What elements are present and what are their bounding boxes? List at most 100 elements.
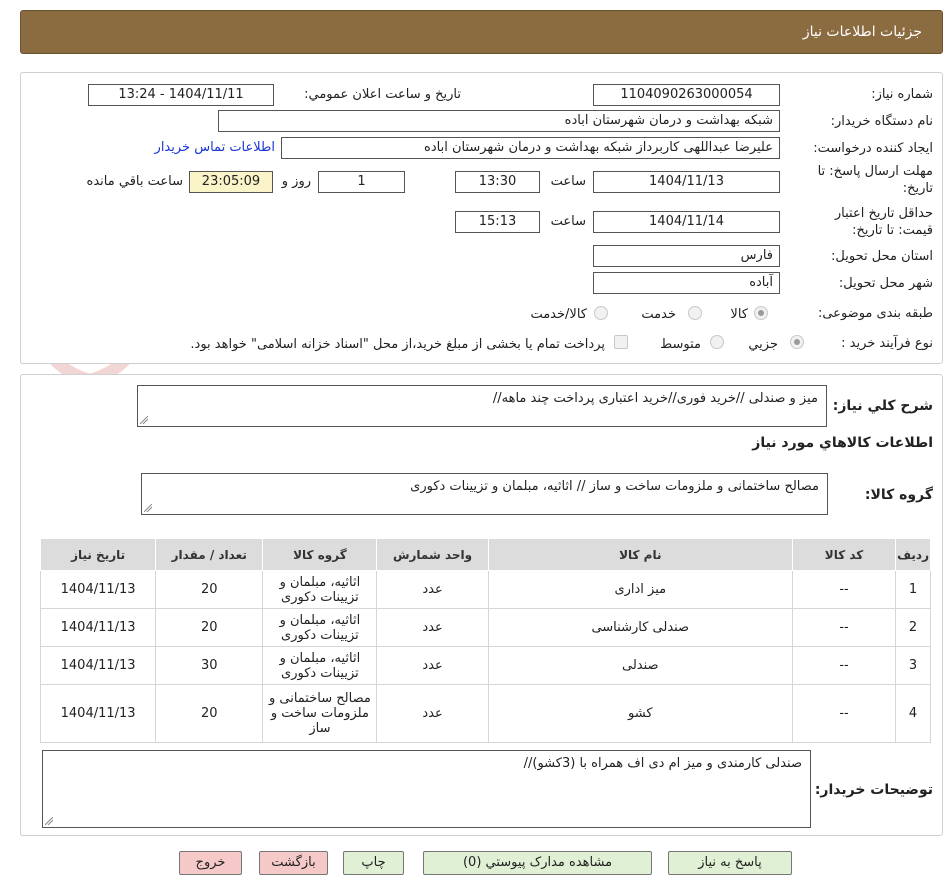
city-label: شهر محل تحويل: [838, 276, 933, 291]
creator-label: ايجاد کننده درخواست: [813, 141, 933, 156]
item-group: مصالح ساختمانی و ملزومات ساخت و ساز [262, 684, 378, 743]
deadline-label-line2: تاريخ: [902, 181, 933, 196]
goods-group-text: مصالح ساختمانی و ملزومات ساخت و ساز // ا… [410, 479, 819, 494]
page-title: جزئیات اطلاعات نیاز [802, 24, 922, 40]
table-header-row: رديف كد كالا نام كالا واحد شمارش گروه كا… [39, 538, 931, 571]
deadline-date-field[interactable]: 1404/11/13 [593, 171, 780, 193]
announce-label: تاریخ و ساعت اعلان عمومي: [304, 87, 461, 102]
category-option-service: خدمت [641, 307, 676, 322]
item-date: 1404/11/13 [39, 684, 157, 743]
process-radio-minor[interactable] [790, 335, 804, 349]
buyer-label: نام دستگاه خريدار: [830, 114, 933, 129]
buyer-notes-textarea[interactable]: صندلی کارمندی و میز ام دی اف همراه با (3… [42, 750, 811, 828]
treasury-note: پرداخت تمام يا بخشی از مبلغ خريد،از محل … [190, 337, 605, 352]
item-unit: عدد [376, 684, 489, 743]
remaining-time-field[interactable]: 23:05:09 [189, 171, 273, 193]
validity-label-line1: حداقل تاريخ اعتبار [834, 206, 933, 221]
reply-button[interactable]: پاسخ به نياز [668, 851, 792, 875]
print-button[interactable]: چاپ [343, 851, 404, 875]
item-code: -- [791, 570, 897, 609]
goods-title: اطلاعات كالاهاي مورد نياز [752, 435, 933, 451]
goods-group-textarea[interactable]: مصالح ساختمانی و ملزومات ساخت و ساز // ا… [141, 473, 828, 515]
category-radio-goods[interactable] [754, 306, 768, 320]
buyer-notes-text: صندلی کارمندی و میز ام دی اف همراه با (3… [523, 756, 802, 771]
item-name: کشو [487, 684, 793, 743]
remaining-label: ساعت باقي مانده [86, 174, 183, 189]
need-number-field[interactable]: 1104090263000054 [593, 84, 780, 106]
process-radio-medium[interactable] [710, 335, 724, 349]
col-header-name: نام كالا [487, 538, 793, 571]
item-date: 1404/11/13 [39, 646, 157, 685]
row-number: 3 [895, 646, 931, 685]
table-row[interactable]: 2 -- صندلی کارشناسی عدد اثاثیه، مبلمان و… [39, 608, 931, 647]
table-row[interactable]: 4 -- کشو عدد مصالح ساختمانی و ملزومات سا… [39, 684, 931, 743]
resize-grip-icon[interactable] [144, 504, 152, 512]
category-label: طبقه بندی موضوعی: [817, 306, 933, 321]
province-field[interactable]: فارس [593, 245, 780, 267]
category-option-goods-service: كالا/خدمت [530, 307, 587, 322]
summary-label: شرح كلي نياز: [832, 398, 933, 414]
view-attachments-button[interactable]: مشاهده مدارک پيوستي (0) [423, 851, 652, 875]
item-date: 1404/11/13 [39, 570, 157, 609]
days-label: روز و [281, 174, 311, 189]
back-button[interactable]: بازگشت [259, 851, 328, 875]
items-table: رديف كد كالا نام كالا واحد شمارش گروه كا… [39, 538, 931, 743]
item-date: 1404/11/13 [39, 608, 157, 647]
resize-grip-icon[interactable] [45, 817, 53, 825]
summary-textarea[interactable]: میز و صندلی //خرید فوری//خرید اعتباری پر… [137, 385, 827, 427]
summary-text: میز و صندلی //خرید فوری//خرید اعتباری پر… [492, 391, 818, 406]
validity-hour-label: ساعت [550, 214, 586, 229]
item-code: -- [791, 608, 897, 647]
days-field[interactable]: 1 [318, 171, 405, 193]
item-group: اثاثیه، مبلمان و تزیینات دکوری [262, 646, 378, 685]
item-unit: عدد [376, 646, 489, 685]
deadline-label-line1: مهلت ارسال پاسخ: تا [817, 164, 933, 179]
item-quantity: 20 [155, 684, 264, 743]
item-quantity: 20 [155, 608, 264, 647]
col-header-code: كد كالا [791, 538, 897, 571]
resize-grip-icon[interactable] [140, 416, 148, 424]
item-code: -- [791, 684, 897, 743]
category-option-goods: كالا [730, 307, 748, 322]
item-name: میز اداری [487, 570, 793, 609]
announce-field[interactable]: 1404/11/11 - 13:24 [88, 84, 274, 106]
item-group: اثاثیه، مبلمان و تزیینات دکوری [262, 570, 378, 609]
process-option-minor: جزيي [748, 337, 778, 352]
city-field[interactable]: آباده [593, 272, 780, 294]
row-number: 4 [895, 684, 931, 743]
need-number-label: شماره نیاز: [871, 87, 933, 102]
validity-label-line2: قيمت: تا تاريخ: [852, 223, 933, 238]
treasury-checkbox[interactable] [614, 335, 628, 349]
goods-group-label: گروه كالا: [864, 487, 933, 503]
col-header-group: گروه كالا [262, 538, 378, 571]
table-row[interactable]: 1 -- میز اداری عدد اثاثیه، مبلمان و تزیی… [39, 570, 931, 609]
item-group: اثاثیه، مبلمان و تزیینات دکوری [262, 608, 378, 647]
process-option-medium: متوسط [660, 337, 701, 352]
col-header-row-number: رديف [895, 538, 931, 571]
item-code: -- [791, 646, 897, 685]
deadline-time-field[interactable]: 13:30 [455, 171, 540, 193]
validity-time-field[interactable]: 15:13 [455, 211, 540, 233]
row-number: 1 [895, 570, 931, 609]
exit-button[interactable]: خروج [179, 851, 242, 875]
process-label: نوع فرآيند خريد : [841, 336, 933, 351]
category-radio-goods-service[interactable] [594, 306, 608, 320]
col-header-quantity: تعداد / مقدار [155, 538, 264, 571]
item-name: صندلی کارشناسی [487, 608, 793, 647]
col-header-date: تاريخ نياز [39, 538, 157, 571]
buyer-contact-link[interactable]: اطلاعات تماس خريدار [155, 140, 275, 155]
col-header-unit: واحد شمارش [376, 538, 489, 571]
item-unit: عدد [376, 570, 489, 609]
item-unit: عدد [376, 608, 489, 647]
page-header: جزئیات اطلاعات نیاز [20, 10, 943, 54]
category-radio-service[interactable] [688, 306, 702, 320]
row-number: 2 [895, 608, 931, 647]
province-label: استان محل تحويل: [831, 249, 933, 264]
creator-field[interactable]: علیرضا عبداللهی کاربرداز شبکه بهداشت و د… [281, 137, 780, 159]
item-quantity: 20 [155, 570, 264, 609]
validity-date-field[interactable]: 1404/11/14 [593, 211, 780, 233]
deadline-hour-label: ساعت [550, 174, 586, 189]
table-row[interactable]: 3 -- صندلی عدد اثاثیه، مبلمان و تزیینات … [39, 646, 931, 685]
item-name: صندلی [487, 646, 793, 685]
buyer-field[interactable]: شبکه بهداشت و درمان شهرستان اباده [218, 110, 780, 132]
